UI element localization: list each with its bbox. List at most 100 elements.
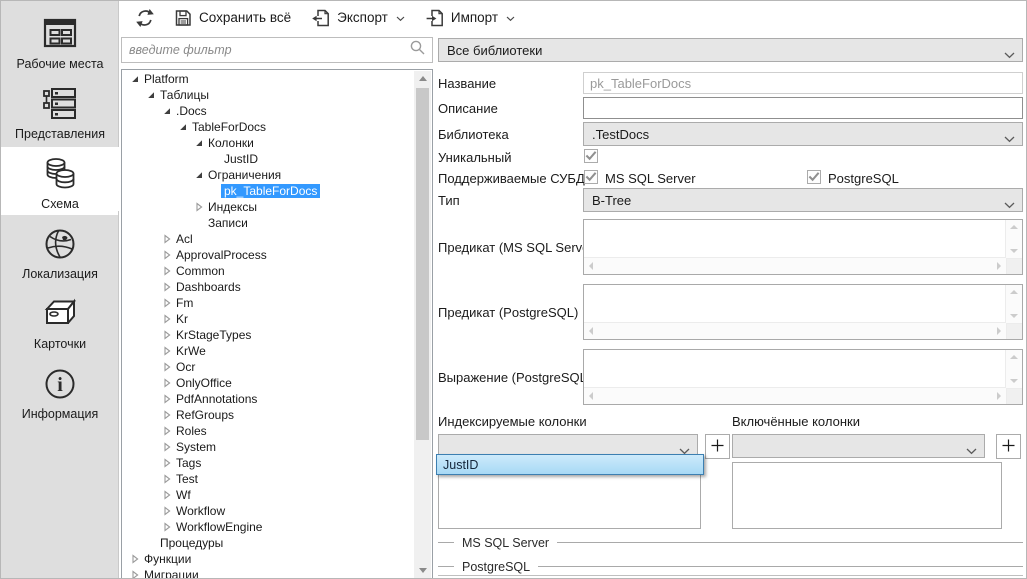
tree-scrollbar-thumb[interactable]: [416, 88, 429, 440]
sidebar-item-info[interactable]: iИнформация: [1, 357, 119, 425]
expand-icon[interactable]: [161, 279, 173, 295]
tree-node-krstagetypes[interactable]: KrStageTypes: [122, 327, 413, 343]
expand-icon[interactable]: [129, 551, 141, 567]
tree-node-common[interactable]: Common: [122, 263, 413, 279]
description-field[interactable]: [583, 97, 1023, 119]
expand-icon[interactable]: [161, 391, 173, 407]
expand-icon[interactable]: [161, 247, 173, 263]
tree-node-tablefordocs[interactable]: TableForDocs: [122, 119, 413, 135]
tree-node-justid[interactable]: JustID: [122, 151, 413, 167]
collapse-icon[interactable]: [177, 119, 189, 135]
scroll-down-icon[interactable]: [1010, 249, 1018, 253]
collapse-icon[interactable]: [145, 87, 157, 103]
tree-node-platform[interactable]: Platform: [122, 71, 413, 87]
tree-scrollbar[interactable]: [414, 71, 431, 578]
horizontal-scrollbar[interactable]: [584, 322, 1006, 339]
tree-node-test[interactable]: Test: [122, 471, 413, 487]
expand-icon[interactable]: [161, 455, 173, 471]
expand-icon[interactable]: [161, 439, 173, 455]
expand-icon[interactable]: [161, 471, 173, 487]
tree-node-колонки[interactable]: Колонки: [122, 135, 413, 151]
collapse-icon[interactable]: [193, 135, 205, 151]
sidebar-item-schema[interactable]: Схема: [1, 147, 119, 215]
add-included-column-button[interactable]: [996, 434, 1021, 459]
expression-pgsql-textarea[interactable]: [583, 349, 1023, 405]
tree-filter-input[interactable]: [122, 43, 409, 57]
unique-checkbox[interactable]: [584, 149, 598, 163]
tree-node-roles[interactable]: Roles: [122, 423, 413, 439]
horizontal-scrollbar[interactable]: [584, 387, 1006, 404]
scroll-left-icon[interactable]: [589, 327, 593, 335]
scroll-down-icon[interactable]: [1010, 379, 1018, 383]
expand-icon[interactable]: [193, 199, 205, 215]
tree-node-pdfannotations[interactable]: PdfAnnotations: [122, 391, 413, 407]
collapse-icon[interactable]: [161, 103, 173, 119]
mssql-checkbox[interactable]: [584, 170, 598, 184]
tree-node-workflowengine[interactable]: WorkflowEngine: [122, 519, 413, 535]
tree-node-ограничения[interactable]: Ограничения: [122, 167, 413, 183]
expand-icon[interactable]: [161, 407, 173, 423]
tree-node-fm[interactable]: Fm: [122, 295, 413, 311]
scroll-right-icon[interactable]: [997, 327, 1001, 335]
tree-node-wf[interactable]: Wf: [122, 487, 413, 503]
vertical-scrollbar[interactable]: [1005, 220, 1022, 258]
sidebar-item-views[interactable]: Представления: [1, 77, 119, 145]
import-button[interactable]: Импорт: [419, 5, 521, 31]
scroll-left-icon[interactable]: [589, 262, 593, 270]
tree-node-kr[interactable]: Kr: [122, 311, 413, 327]
export-button[interactable]: Экспорт: [305, 5, 411, 31]
predicate-pgsql-textarea[interactable]: [583, 284, 1023, 340]
tree-node-индексы[interactable]: Индексы: [122, 199, 413, 215]
scroll-up-icon[interactable]: [1010, 355, 1018, 359]
library-combobox[interactable]: .TestDocs: [583, 122, 1023, 146]
tree-node-pk-tablefordocs[interactable]: pk_TableForDocs: [122, 183, 413, 199]
expand-icon[interactable]: [161, 423, 173, 439]
sidebar-item-localization[interactable]: Локализация: [1, 217, 119, 285]
expand-icon[interactable]: [161, 327, 173, 343]
collapse-icon[interactable]: [129, 71, 141, 87]
scroll-up-icon[interactable]: [1010, 290, 1018, 294]
expand-icon[interactable]: [129, 567, 141, 579]
scroll-up-icon[interactable]: [414, 71, 431, 86]
horizontal-scrollbar[interactable]: [584, 257, 1006, 274]
tree-node-процедуры[interactable]: Процедуры: [122, 535, 413, 551]
tree-node-refgroups[interactable]: RefGroups: [122, 407, 413, 423]
tree-node-tags[interactable]: Tags: [122, 455, 413, 471]
tree-node-ocr[interactable]: Ocr: [122, 359, 413, 375]
included-columns-list[interactable]: [732, 462, 1002, 529]
tree-node-krwe[interactable]: KrWe: [122, 343, 413, 359]
scroll-right-icon[interactable]: [997, 262, 1001, 270]
name-field[interactable]: [583, 72, 1023, 94]
scroll-left-icon[interactable]: [589, 392, 593, 400]
save-all-button[interactable]: Сохранить всё: [167, 5, 297, 31]
expand-icon[interactable]: [161, 311, 173, 327]
expand-icon[interactable]: [161, 231, 173, 247]
tree-node-onlyoffice[interactable]: OnlyOffice: [122, 375, 413, 391]
predicate-mssql-textarea[interactable]: [583, 219, 1023, 275]
expand-icon[interactable]: [161, 295, 173, 311]
tree-node-записи[interactable]: Записи: [122, 215, 413, 231]
scroll-down-icon[interactable]: [414, 563, 431, 578]
scroll-right-icon[interactable]: [997, 392, 1001, 400]
tree-node-approvalprocess[interactable]: ApprovalProcess: [122, 247, 413, 263]
expand-icon[interactable]: [161, 503, 173, 519]
tree-node-system[interactable]: System: [122, 439, 413, 455]
vertical-scrollbar[interactable]: [1005, 285, 1022, 323]
refresh-button[interactable]: [129, 5, 161, 31]
expand-icon[interactable]: [161, 343, 173, 359]
sidebar-item-cards[interactable]: Карточки: [1, 287, 119, 355]
tree-node-функции[interactable]: Функции: [122, 551, 413, 567]
expand-icon[interactable]: [161, 519, 173, 535]
scroll-up-icon[interactable]: [1010, 225, 1018, 229]
tree-node-workflow[interactable]: Workflow: [122, 503, 413, 519]
tree-node-миграции[interactable]: Миграции: [122, 567, 413, 579]
tree-node-acl[interactable]: Acl: [122, 231, 413, 247]
scroll-down-icon[interactable]: [1010, 314, 1018, 318]
indexed-column-item-justid[interactable]: JustID: [436, 454, 704, 475]
expand-icon[interactable]: [161, 375, 173, 391]
add-indexed-column-button[interactable]: [705, 434, 730, 459]
expand-icon[interactable]: [161, 263, 173, 279]
collapse-icon[interactable]: [193, 167, 205, 183]
library-filter-combobox[interactable]: Все библиотеки: [438, 38, 1023, 62]
postgresql-checkbox[interactable]: [807, 170, 821, 184]
